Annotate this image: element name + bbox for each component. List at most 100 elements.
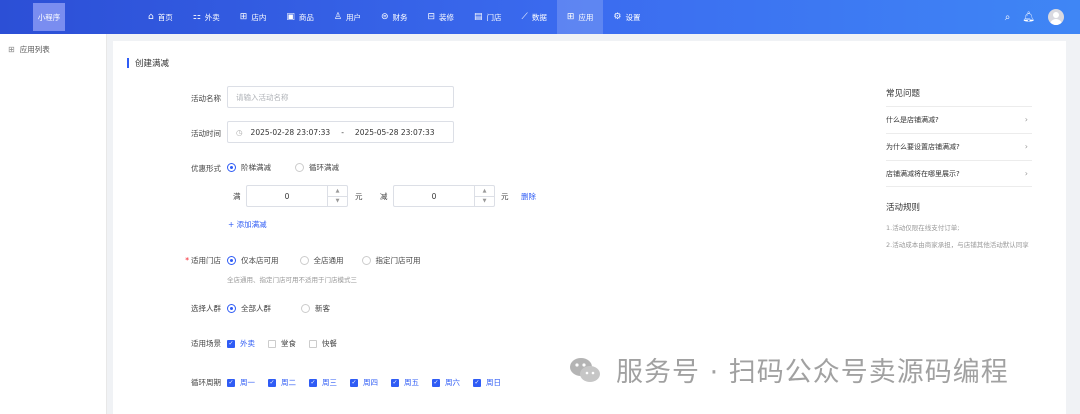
nav-item-decoration[interactable]: ⊟ 装修 bbox=[417, 0, 464, 34]
page-title-text: 创建满减 bbox=[135, 59, 170, 69]
nav-item-home[interactable]: ⌂ 首页 bbox=[138, 0, 183, 34]
checkbox-option[interactable]: ✓ 周二 bbox=[268, 377, 296, 388]
grid-icon: ⊞ bbox=[8, 45, 15, 54]
delete-tier-link[interactable]: 删除 bbox=[521, 191, 536, 202]
checkbox-box bbox=[268, 339, 276, 348]
faq-item-text: 店铺满减将在哪里展示? bbox=[886, 169, 960, 178]
nav-item-finance[interactable]: ⊜ 财务 bbox=[371, 0, 418, 34]
chevron-right-icon: › bbox=[1024, 142, 1028, 151]
nav-item-label: 装修 bbox=[439, 12, 455, 22]
required-mark: * bbox=[185, 256, 189, 265]
increase-icon[interactable]: ▲ bbox=[475, 186, 494, 196]
checkbox-label: 周四 bbox=[363, 378, 378, 387]
app-logo[interactable]: 小程序 bbox=[33, 3, 65, 31]
radio-label: 全部人群 bbox=[241, 304, 271, 313]
full-amount-stepper[interactable]: 0 ▲ ▼ bbox=[246, 185, 348, 207]
nav-item-label: 门店 bbox=[486, 12, 502, 22]
checkbox-label: 周五 bbox=[404, 378, 419, 387]
faq-item[interactable]: 店铺满减将在哪里展示? › bbox=[886, 160, 1032, 186]
checkbox-label: 周六 bbox=[445, 378, 460, 387]
full-amount-value: 0 bbox=[284, 191, 290, 201]
checkbox-option[interactable]: ✓ 外卖 bbox=[227, 338, 255, 349]
activity-time-range[interactable]: ◷ 2025-02-28 23:07:33 - 2025-05-28 23:07… bbox=[227, 121, 454, 143]
checkbox-option[interactable]: ✓ 周五 bbox=[391, 377, 419, 388]
crowd-radios: 全部人群 新客 bbox=[227, 303, 348, 314]
wechat-logo-icon bbox=[570, 357, 600, 382]
faq-divider bbox=[886, 186, 1032, 187]
increase-icon[interactable]: ▲ bbox=[328, 186, 347, 196]
radio-this-store[interactable]: 仅本店可用 bbox=[227, 255, 279, 266]
nav-item-gear[interactable]: ⚙ 设置 bbox=[603, 0, 650, 34]
scenes-checkboxes: ✓ 外卖 堂食 快餐 bbox=[227, 338, 350, 349]
end-time: 2025-05-28 23:07:33 bbox=[354, 127, 435, 137]
stores-radios: 仅本店可用 全店通用 指定门店可用 bbox=[227, 255, 439, 266]
finance-icon: ⊜ bbox=[380, 11, 389, 22]
nav-item-label: 店内 bbox=[251, 12, 267, 22]
radio-circle bbox=[301, 304, 310, 313]
stores-label-text: 适用门店 bbox=[191, 256, 221, 265]
decrease-icon[interactable]: ▼ bbox=[475, 195, 494, 207]
nav-item-apps[interactable]: ⊞ 应用 bbox=[556, 0, 604, 34]
nav-item-label: 商品 bbox=[298, 12, 314, 22]
radio-specified-stores[interactable]: 指定门店可用 bbox=[361, 255, 421, 266]
radio-tiered[interactable]: 阶梯满减 bbox=[227, 162, 271, 173]
checkbox-option[interactable]: ✓ 周六 bbox=[432, 377, 460, 388]
checkbox-label: 周三 bbox=[322, 378, 337, 387]
faq-item[interactable]: 什么是店铺满减? › bbox=[886, 106, 1032, 132]
faq-item-text: 为什么要设置店铺满减? bbox=[886, 142, 960, 151]
sidebar-item-app-list[interactable]: ⊞ 应用列表 bbox=[8, 44, 50, 55]
unit-yuan: 元 bbox=[355, 192, 363, 201]
radio-circle bbox=[227, 256, 236, 265]
discount-form-label: 优惠形式 bbox=[191, 164, 221, 173]
checkbox-label: 周日 bbox=[486, 378, 501, 387]
radio-cyclic[interactable]: 循环满减 bbox=[295, 162, 339, 173]
search-icon[interactable]: ⌕ bbox=[1005, 12, 1011, 23]
checkbox-option[interactable]: ✓ 周一 bbox=[227, 377, 255, 388]
avatar[interactable] bbox=[1048, 9, 1064, 25]
checkbox-option[interactable]: 堂食 bbox=[268, 338, 296, 349]
nav-item-data[interactable]: ⟋ 数据 bbox=[512, 0, 557, 34]
radio-label: 新客 bbox=[315, 304, 330, 313]
watermark: 服务号 · 扫码公众号卖源码编程 bbox=[568, 350, 1009, 389]
checkbox-option[interactable]: ✓ 周三 bbox=[309, 377, 337, 388]
minus-amount-stepper[interactable]: 0 ▲ ▼ bbox=[393, 185, 495, 207]
nav-item-dine-in[interactable]: ⊞ 店内 bbox=[230, 0, 277, 34]
activity-time-label: 活动时间 bbox=[191, 129, 221, 138]
checkbox-label: 堂食 bbox=[281, 339, 296, 348]
checkbox-option[interactable]: ✓ 周日 bbox=[473, 377, 501, 388]
nav-item-label: 用户 bbox=[345, 12, 361, 22]
activity-name-input[interactable]: 请输入活动名称 bbox=[227, 86, 454, 108]
gear-icon: ⚙ bbox=[613, 11, 622, 22]
watermark-text: 服务号 · 扫码公众号卖源码编程 bbox=[616, 357, 1009, 388]
faq-item[interactable]: 为什么要设置店铺满减? › bbox=[886, 133, 1032, 159]
checkbox-label: 外卖 bbox=[240, 339, 255, 348]
checkbox-option[interactable]: ✓ 周四 bbox=[350, 377, 378, 388]
range-separator: - bbox=[341, 127, 344, 137]
sidebar-item-label: 应用列表 bbox=[19, 45, 50, 54]
radio-all-crowd[interactable]: 全部人群 bbox=[227, 303, 271, 314]
check-icon: ✓ bbox=[391, 378, 399, 387]
bell-icon[interactable]: 🔔︎ bbox=[1022, 12, 1035, 23]
scenes-label: 适用场景 bbox=[191, 339, 221, 348]
check-icon: ✓ bbox=[309, 378, 317, 387]
faq-item-text: 什么是店铺满减? bbox=[886, 115, 939, 124]
check-icon: ✓ bbox=[473, 378, 481, 387]
goods-icon: ▣ bbox=[286, 11, 295, 22]
decrease-icon[interactable]: ▼ bbox=[328, 195, 347, 207]
check-icon: ✓ bbox=[432, 378, 440, 387]
title-accent-bar bbox=[127, 58, 129, 68]
top-navbar: 小程序 ⌂ 首页 ⚏ 外卖 ⊞ 店内 ▣ 商品 ♙ 用户 ⊜ 财务 ⊟ 装修 ▤ 门店 ⟋ 数据 ⊞ 应用 ⚙ 设置 ⌕ … bbox=[0, 0, 1080, 34]
nav-item-store[interactable]: ▤ 门店 bbox=[464, 0, 512, 34]
stepper-arrows: ▲ ▼ bbox=[474, 186, 494, 206]
cycle-label: 循环周期 bbox=[191, 378, 221, 387]
check-icon: ✓ bbox=[227, 339, 235, 348]
nav-item-user[interactable]: ♙ 用户 bbox=[324, 0, 371, 34]
nav-item-goods[interactable]: ▣ 商品 bbox=[276, 0, 324, 34]
add-tier-link[interactable]: + 添加满减 bbox=[228, 219, 267, 230]
radio-new-customer[interactable]: 新客 bbox=[301, 303, 330, 314]
nav-item-label: 应用 bbox=[578, 12, 594, 22]
dine-in-icon: ⊞ bbox=[239, 11, 248, 22]
checkbox-option[interactable]: 快餐 bbox=[309, 338, 337, 349]
radio-all-stores[interactable]: 全店通用 bbox=[299, 255, 344, 266]
nav-item-takeout[interactable]: ⚏ 外卖 bbox=[183, 0, 230, 34]
